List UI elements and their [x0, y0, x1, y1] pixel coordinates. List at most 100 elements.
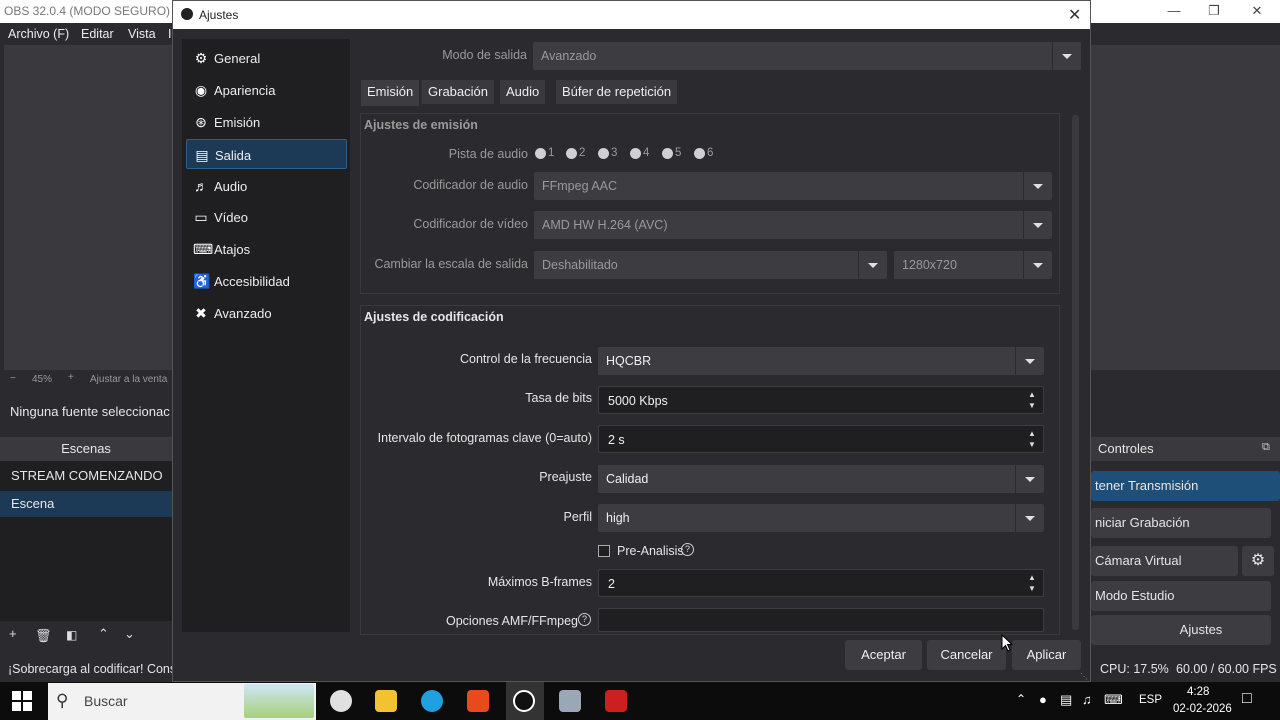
- virtual-camera-button[interactable]: Cámara Virtual: [1091, 546, 1238, 576]
- clock-date[interactable]: 02-02-2026: [1173, 703, 1232, 715]
- decrement-icon[interactable]: ▼: [1027, 402, 1037, 410]
- volume-icon[interactable]: ♫: [1082, 692, 1092, 707]
- preanalysis-checkbox[interactable]: [598, 545, 610, 557]
- antenna-icon: ⊛: [195, 114, 207, 130]
- microphone-icon[interactable]: ●: [1039, 692, 1047, 707]
- increment-icon[interactable]: ▲: [1027, 430, 1037, 438]
- audio-track-radio[interactable]: [598, 148, 609, 159]
- increment-icon[interactable]: ▲: [1027, 391, 1037, 399]
- mouse-cursor-icon: [1001, 634, 1013, 652]
- search-icon: ⚲: [56, 691, 69, 710]
- tab-emision[interactable]: Emisión: [361, 80, 420, 106]
- menu-vista[interactable]: Vista: [128, 27, 156, 41]
- scene-filter-icon[interactable]: ◧: [66, 628, 77, 642]
- nav-item-general[interactable]: ⚙ General: [186, 43, 347, 73]
- rescale-select[interactable]: Deshabilitado: [534, 251, 887, 279]
- menu-partial[interactable]: I: [168, 27, 171, 41]
- windows-start-icon[interactable]: [12, 691, 32, 711]
- audio-track-radio[interactable]: [630, 148, 641, 159]
- nav-label: Audio: [214, 179, 248, 194]
- move-up-icon[interactable]: ⌃: [98, 626, 109, 642]
- notifications-icon[interactable]: □: [1242, 690, 1252, 708]
- studio-mode-button[interactable]: Modo Estudio: [1091, 581, 1271, 611]
- decrement-icon[interactable]: ▼: [1027, 441, 1037, 449]
- file-explorer-icon[interactable]: [375, 690, 397, 712]
- preview-area[interactable]: [4, 45, 172, 370]
- stop-stream-button[interactable]: tener Transmisión: [1091, 471, 1280, 501]
- tab-grabacion[interactable]: Grabación: [422, 80, 494, 104]
- clock-time[interactable]: 4:28: [1187, 686, 1209, 698]
- preset-label: Preajuste: [539, 470, 592, 484]
- tab-audio[interactable]: Audio: [500, 80, 546, 104]
- nav-item-video[interactable]: ▭ Vídeo: [186, 202, 347, 232]
- profile-select[interactable]: high: [598, 504, 1044, 532]
- video-encoder-select[interactable]: AMD HW H.264 (AVC): [534, 211, 1052, 239]
- amf-options-input[interactable]: [598, 608, 1044, 632]
- resize-grip-icon[interactable]: ⋱: [1080, 672, 1088, 681]
- bitrate-spinbox[interactable]: 5000 Kbps ▲ ▼: [598, 386, 1044, 414]
- nav-label: Atajos: [214, 242, 251, 257]
- keyframe-spinbox[interactable]: 2 s ▲ ▼: [598, 425, 1044, 453]
- move-down-icon[interactable]: ⌄: [124, 626, 135, 642]
- nav-item-accesibilidad[interactable]: ♿ Accesibilidad: [186, 266, 347, 296]
- start-recording-button[interactable]: niciar Grabación: [1091, 508, 1271, 538]
- audio-track-number: 1: [548, 147, 555, 159]
- menu-archivo[interactable]: Archivo (F): [8, 27, 69, 41]
- audio-track-radio[interactable]: [535, 148, 546, 159]
- preview-area-right[interactable]: [1091, 45, 1280, 370]
- nav-item-atajos[interactable]: ⌨ Atajos: [186, 234, 347, 264]
- bframes-spinbox[interactable]: 2 ▲ ▼: [598, 569, 1044, 597]
- nav-item-avanzado[interactable]: ✖ Avanzado: [186, 298, 347, 328]
- output-mode-value: Avanzado: [541, 49, 597, 63]
- close-icon[interactable]: ✕: [1068, 5, 1081, 25]
- help-icon[interactable]: ?: [578, 613, 591, 626]
- help-icon[interactable]: ?: [681, 543, 694, 556]
- settings-button[interactable]: Ajustes: [1091, 615, 1271, 645]
- cancel-button[interactable]: Cancelar: [927, 640, 1006, 670]
- zoom-fit-label[interactable]: Ajustar a la venta: [90, 374, 167, 385]
- audio-track-radio[interactable]: [566, 148, 577, 159]
- output-mode-select[interactable]: Avanzado: [533, 42, 1081, 70]
- chevron-up-icon[interactable]: ⌃: [1016, 692, 1026, 706]
- nav-item-emision[interactable]: ⊛ Emisión: [186, 107, 347, 137]
- keyboard-icon[interactable]: ⌨: [1104, 692, 1123, 708]
- tab-bufer[interactable]: Búfer de repetición: [556, 80, 678, 104]
- scene-item-selected[interactable]: Escena: [0, 491, 172, 517]
- app-icon[interactable]: [559, 690, 581, 712]
- nav-item-apariencia[interactable]: ◉ Apariencia: [186, 75, 347, 105]
- nav-item-salida[interactable]: ▤ Salida: [186, 139, 347, 169]
- audio-track-radio[interactable]: [694, 148, 705, 159]
- scenes-header: Escenas: [0, 437, 172, 461]
- input-language[interactable]: ESP: [1139, 694, 1162, 706]
- undock-icon[interactable]: ⧉: [1262, 441, 1270, 454]
- preset-select[interactable]: Calidad: [598, 465, 1044, 493]
- gear-icon[interactable]: ⚙: [1242, 546, 1274, 576]
- rate-control-select[interactable]: HQCBR: [598, 347, 1044, 375]
- maximize-button[interactable]: ❐: [1191, 0, 1237, 23]
- scrollbar-thumb[interactable]: [1072, 115, 1079, 630]
- amd-software-icon[interactable]: [605, 690, 627, 712]
- zoom-in-icon[interactable]: +: [68, 372, 74, 383]
- audio-track-number: 4: [643, 147, 650, 159]
- scene-item[interactable]: STREAM COMENZANDO: [0, 463, 172, 489]
- edge-browser-icon[interactable]: [421, 690, 443, 712]
- delete-scene-icon[interactable]: 🗑: [35, 628, 52, 644]
- app-icon[interactable]: [330, 690, 352, 712]
- keyboard-icon: ⌨: [193, 241, 214, 257]
- apply-button[interactable]: Aplicar: [1012, 640, 1081, 670]
- network-icon[interactable]: ▤: [1060, 692, 1072, 708]
- rescale-resolution-select[interactable]: 1280x720: [894, 251, 1052, 279]
- obs-studio-icon[interactable]: [513, 690, 535, 712]
- close-window-button[interactable]: ✕: [1234, 0, 1280, 23]
- zoom-out-icon[interactable]: −: [10, 373, 16, 384]
- brave-browser-icon[interactable]: [467, 690, 489, 712]
- menu-editar[interactable]: Editar: [81, 27, 114, 41]
- ok-button[interactable]: Aceptar: [845, 640, 922, 670]
- nav-item-audio[interactable]: ♬ Audio: [186, 171, 347, 201]
- audio-track-number: 2: [579, 147, 586, 159]
- audio-encoder-select[interactable]: FFmpeg AAC: [534, 172, 1052, 200]
- add-scene-icon[interactable]: +: [9, 626, 17, 641]
- decrement-icon[interactable]: ▼: [1027, 585, 1037, 593]
- increment-icon[interactable]: ▲: [1027, 574, 1037, 582]
- audio-track-radio[interactable]: [662, 148, 673, 159]
